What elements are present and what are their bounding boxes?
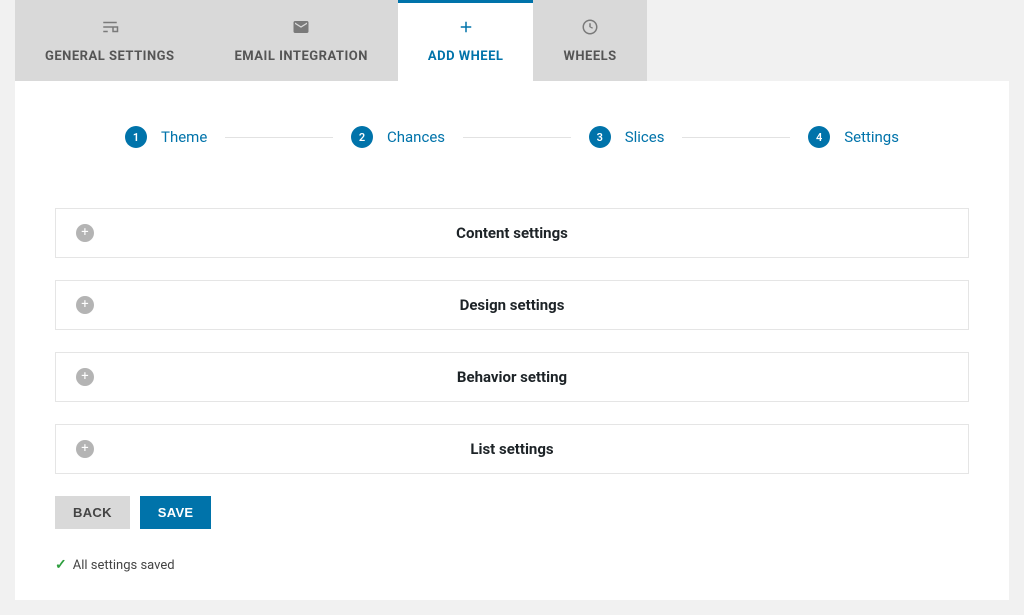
step-connector <box>682 137 790 138</box>
sliders-icon <box>101 18 119 41</box>
plus-icon <box>457 18 475 41</box>
step-label: Theme <box>161 128 207 146</box>
accordion-title: Behavior setting <box>76 368 948 386</box>
action-buttons: BACK SAVE <box>55 496 969 529</box>
settings-panel: GENERAL SETTINGS EMAIL INTEGRATION ADD W… <box>15 0 1009 600</box>
mail-icon <box>292 18 310 41</box>
accordion-title: List settings <box>76 440 948 458</box>
tab-label: WHEELS <box>563 49 616 64</box>
step-settings[interactable]: 4 Settings <box>808 126 899 148</box>
expand-icon: + <box>76 440 94 458</box>
tab-general-settings[interactable]: GENERAL SETTINGS <box>15 0 204 81</box>
accordion-title: Content settings <box>76 224 948 242</box>
accordion-design-settings[interactable]: + Design settings <box>55 280 969 330</box>
tab-wheels[interactable]: WHEELS <box>533 0 646 81</box>
tab-email-integration[interactable]: EMAIL INTEGRATION <box>204 0 397 81</box>
back-button[interactable]: BACK <box>55 496 130 529</box>
accordion-content-settings[interactable]: + Content settings <box>55 208 969 258</box>
panel-content: 1 Theme 2 Chances 3 Slices 4 Settings + … <box>15 81 1009 598</box>
status-text: All settings saved <box>73 558 175 573</box>
tabs-bar: GENERAL SETTINGS EMAIL INTEGRATION ADD W… <box>15 0 1009 81</box>
step-label: Settings <box>844 128 899 146</box>
tab-label: GENERAL SETTINGS <box>45 49 174 64</box>
stepper: 1 Theme 2 Chances 3 Slices 4 Settings <box>55 126 969 148</box>
step-connector <box>463 137 571 138</box>
accordion-title: Design settings <box>76 296 948 314</box>
accordion-behavior-setting[interactable]: + Behavior setting <box>55 352 969 402</box>
tab-add-wheel[interactable]: ADD WHEEL <box>398 0 534 81</box>
step-chances[interactable]: 2 Chances <box>351 126 445 148</box>
accordion-list-settings[interactable]: + List settings <box>55 424 969 474</box>
step-label: Chances <box>387 128 445 146</box>
tab-label: ADD WHEEL <box>428 49 504 64</box>
step-theme[interactable]: 1 Theme <box>125 126 207 148</box>
expand-icon: + <box>76 368 94 386</box>
step-number: 4 <box>808 126 830 148</box>
status-message: ✓ All settings saved <box>55 557 969 573</box>
save-button[interactable]: SAVE <box>140 496 212 529</box>
step-label: Slices <box>625 128 665 146</box>
step-number: 3 <box>589 126 611 148</box>
gauge-icon <box>581 18 599 41</box>
tab-label: EMAIL INTEGRATION <box>234 49 367 64</box>
check-icon: ✓ <box>55 557 67 573</box>
expand-icon: + <box>76 224 94 242</box>
expand-icon: + <box>76 296 94 314</box>
step-number: 2 <box>351 126 373 148</box>
step-connector <box>225 137 333 138</box>
step-slices[interactable]: 3 Slices <box>589 126 665 148</box>
step-number: 1 <box>125 126 147 148</box>
